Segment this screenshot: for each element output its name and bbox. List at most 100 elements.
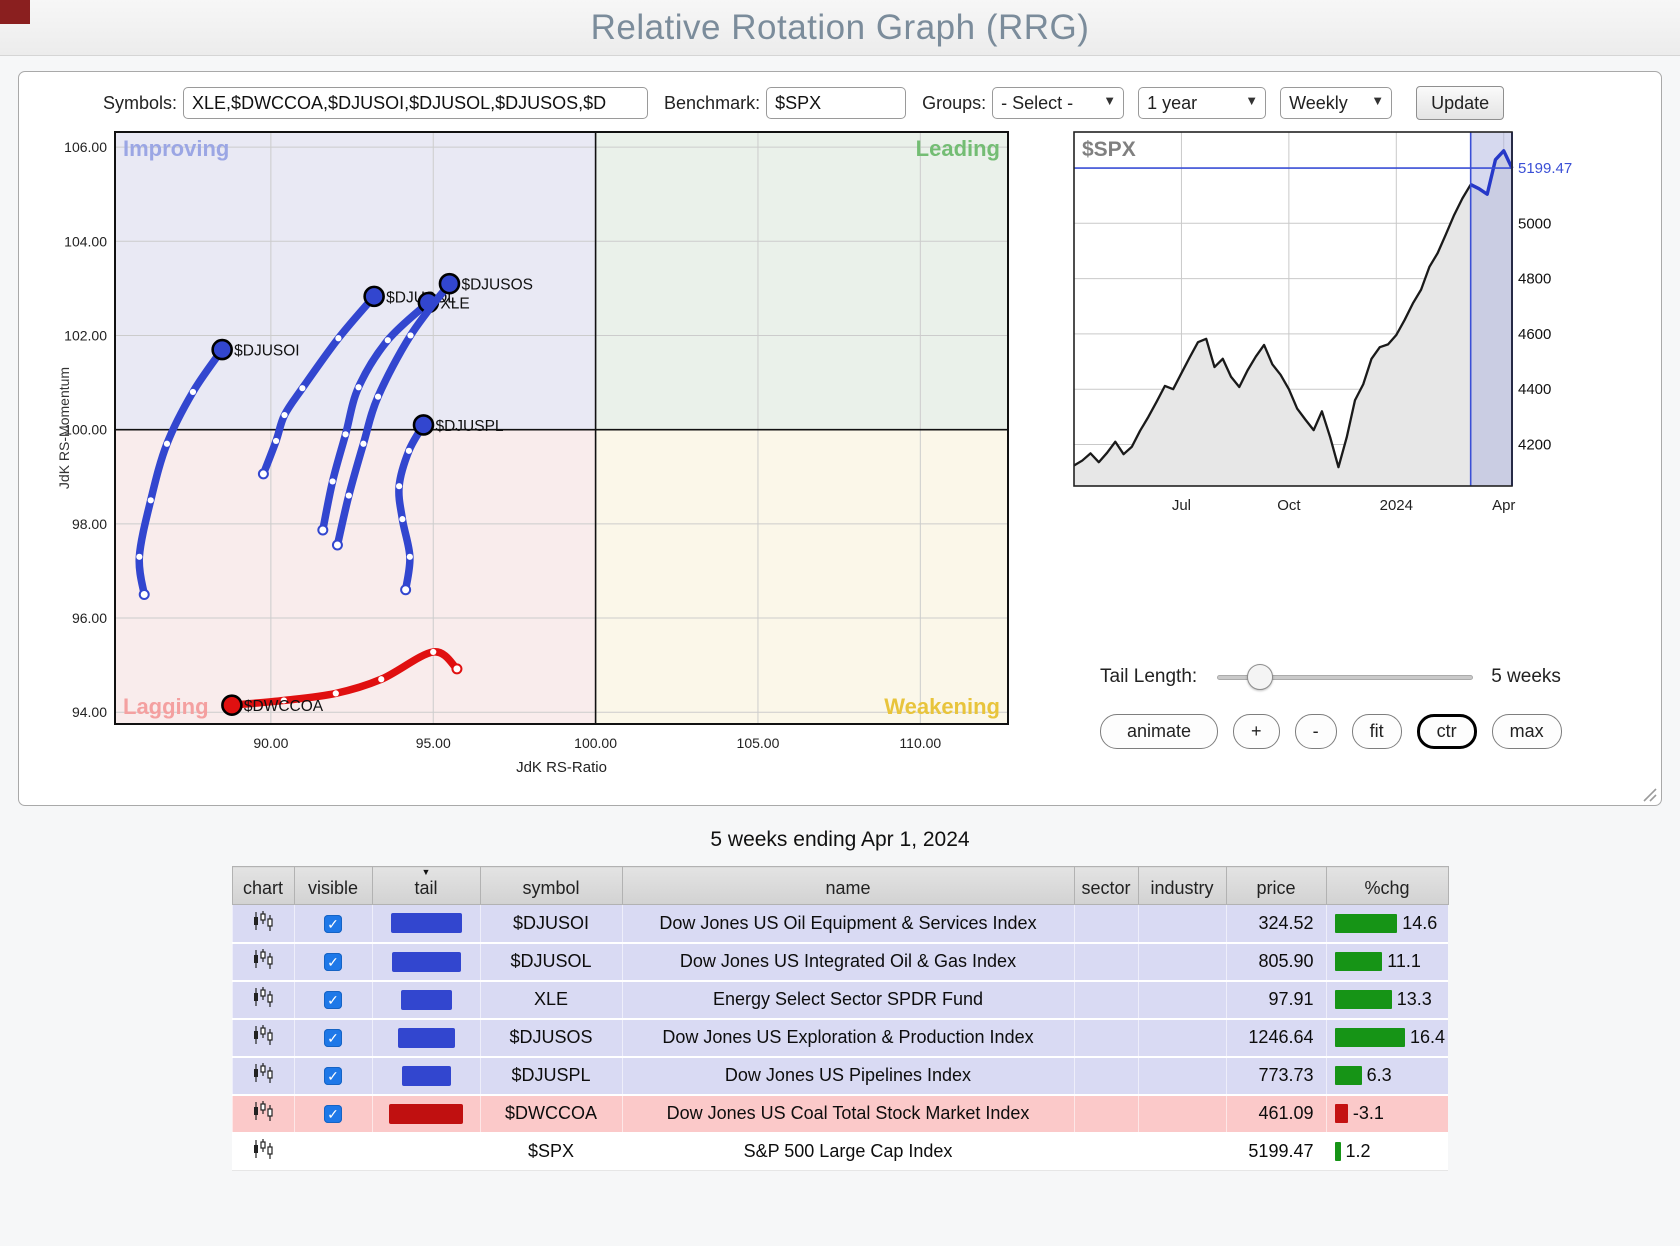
rrg-chart[interactable]: ImprovingLeadingLaggingWeakening$DJUSOI$… [53, 126, 1058, 794]
column-header-price[interactable]: price [1226, 867, 1326, 905]
tail-color-swatch[interactable] [389, 1104, 463, 1124]
resize-handle-icon[interactable] [1640, 785, 1657, 802]
zoom-out-button[interactable]: - [1295, 714, 1337, 749]
benchmark-symbol-label: $SPX [1082, 138, 1136, 161]
visible-checkbox[interactable]: ✓ [324, 953, 342, 971]
chart-icon[interactable] [252, 911, 274, 931]
quadrant-label-improving: Improving [123, 136, 229, 161]
table-row-XLE: ✓XLEEnergy Select Sector SPDR Fund97.911… [232, 981, 1448, 1019]
visible-checkbox[interactable]: ✓ [324, 1029, 342, 1047]
industry-cell [1138, 905, 1226, 943]
zoom-in-button[interactable]: + [1233, 714, 1280, 749]
chart-icon[interactable] [252, 987, 274, 1007]
svg-text:Apr: Apr [1492, 497, 1515, 514]
column-header-chg[interactable]: %chg [1326, 867, 1448, 905]
ctr-button[interactable]: ctr [1417, 714, 1477, 749]
sector-cell [1074, 1133, 1138, 1171]
tail-color-swatch[interactable] [392, 952, 461, 972]
symbol-cell: $DJUSOI [480, 905, 622, 943]
quadrant-label-weakening: Weakening [884, 694, 1000, 719]
frequency-select[interactable]: Weekly [1280, 87, 1392, 119]
max-button[interactable]: max [1492, 714, 1562, 749]
svg-text:94.00: 94.00 [72, 704, 107, 720]
symbols-label: Symbols: [103, 93, 177, 114]
visible-checkbox[interactable]: ✓ [324, 1105, 342, 1123]
visible-checkbox[interactable]: ✓ [324, 915, 342, 933]
rrg-button-bar: animate +-fitctrmax [1100, 714, 1592, 749]
benchmark-label: Benchmark: [664, 93, 760, 114]
price-cell: 773.73 [1226, 1057, 1326, 1095]
tail-length-label: Tail Length: [1100, 666, 1197, 688]
svg-text:100.00: 100.00 [574, 735, 617, 751]
chart-icon[interactable] [252, 949, 274, 969]
chart-icon[interactable] [252, 1101, 274, 1121]
svg-text:105.00: 105.00 [737, 735, 780, 751]
column-header-name[interactable]: name [622, 867, 1074, 905]
column-header-industry[interactable]: industry [1138, 867, 1226, 905]
symbol-cell: $DJUSOL [480, 943, 622, 981]
benchmark-input[interactable] [766, 87, 906, 119]
sector-cell [1074, 1019, 1138, 1057]
chart-icon[interactable] [252, 1025, 274, 1045]
table-row-SPX: $SPXS&P 500 Large Cap Index5199.471.2 [232, 1133, 1448, 1171]
svg-text:4800: 4800 [1518, 271, 1551, 288]
column-header-tail[interactable]: tail▼ [372, 867, 480, 905]
pct-change-value: 6.3 [1367, 1065, 1392, 1086]
industry-cell [1138, 1019, 1226, 1057]
animate-button[interactable]: animate [1100, 714, 1218, 749]
column-header-sector[interactable]: sector [1074, 867, 1138, 905]
groups-select[interactable]: - Select - [992, 87, 1124, 119]
symbol-cell: $DJUSPL [480, 1057, 622, 1095]
tail-color-swatch[interactable] [402, 1066, 451, 1086]
rrg-series-label: $DWCCOA [244, 698, 324, 715]
chart-icon[interactable] [252, 1139, 274, 1159]
tail-length-slider[interactable] [1217, 664, 1473, 690]
svg-text:106.00: 106.00 [64, 139, 107, 155]
period-caption: 5 weeks ending Apr 1, 2024 [0, 828, 1680, 852]
tail-length-control: Tail Length: 5 weeks [1100, 664, 1592, 690]
column-header-chart[interactable]: chart [232, 867, 294, 905]
pct-change-value: -3.1 [1353, 1103, 1384, 1124]
rrg-series-label: $DJUSPL [435, 418, 503, 435]
symbols-input[interactable] [183, 87, 648, 119]
column-header-symbol[interactable]: symbol [480, 867, 622, 905]
slider-thumb[interactable] [1247, 664, 1273, 690]
pct-change-value: 11.1 [1387, 951, 1421, 972]
chart-icon[interactable] [252, 1063, 274, 1083]
benchmark-mini-chart[interactable]: $SPX5199.4742004400460048005000JulOct202… [1072, 126, 1592, 528]
screen-corner-artifact [0, 0, 30, 24]
visible-checkbox[interactable]: ✓ [324, 1067, 342, 1085]
pct-change-bar [1335, 1142, 1341, 1161]
pct-change-value: 13.3 [1397, 989, 1432, 1010]
column-header-visible[interactable]: visible [294, 867, 372, 905]
visible-checkbox[interactable]: ✓ [324, 991, 342, 1009]
name-cell: S&P 500 Large Cap Index [622, 1133, 1074, 1171]
price-cell: 5199.47 [1226, 1133, 1326, 1171]
svg-text:104.00: 104.00 [64, 233, 107, 249]
benchmark-last-price: 5199.47 [1518, 160, 1572, 177]
price-cell: 805.90 [1226, 943, 1326, 981]
svg-text:4400: 4400 [1518, 381, 1551, 398]
quadrant-label-lagging: Lagging [123, 694, 209, 719]
price-cell: 97.91 [1226, 981, 1326, 1019]
tail-highlight-band [1471, 132, 1512, 486]
pct-change-bar [1335, 1028, 1406, 1047]
table-row-DJUSOS: ✓$DJUSOSDow Jones US Exploration & Produ… [232, 1019, 1448, 1057]
fit-button[interactable]: fit [1352, 714, 1402, 749]
table-row-DJUSOL: ✓$DJUSOLDow Jones US Integrated Oil & Ga… [232, 943, 1448, 981]
period-select[interactable]: 1 year [1138, 87, 1266, 119]
controls-bar: Symbols: Benchmark: Groups: - Select - ▼… [103, 86, 1653, 120]
quadrant-label-leading: Leading [916, 136, 1000, 161]
tail-color-swatch[interactable] [398, 1028, 455, 1048]
industry-cell [1138, 1057, 1226, 1095]
price-cell: 1246.64 [1226, 1019, 1326, 1057]
page-title: Relative Rotation Graph (RRG) [591, 8, 1090, 48]
pct-change-bar [1335, 952, 1383, 971]
rrg-yaxis-title: JdK RS-Momentum [56, 367, 72, 489]
tail-color-swatch[interactable] [391, 913, 462, 933]
svg-text:Jul: Jul [1172, 497, 1191, 514]
table-row-DJUSOI: ✓$DJUSOIDow Jones US Oil Equipment & Ser… [232, 905, 1448, 943]
tail-color-swatch[interactable] [401, 990, 452, 1010]
update-button[interactable]: Update [1416, 86, 1504, 120]
industry-cell [1138, 943, 1226, 981]
